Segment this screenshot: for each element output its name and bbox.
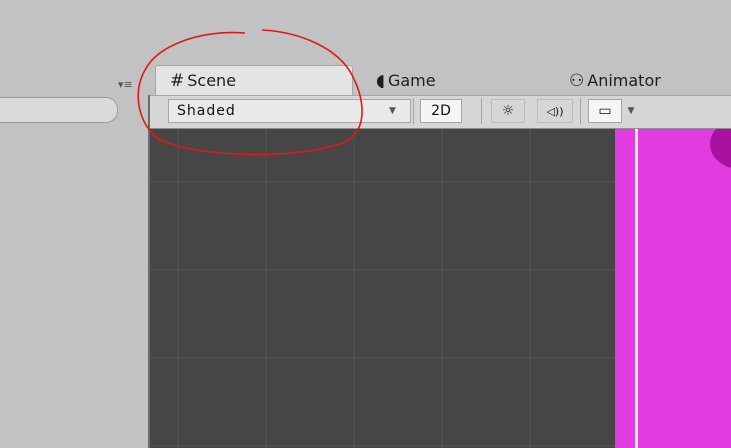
tab-game[interactable]: ◖ Game [376,66,436,96]
tab-scene[interactable]: # Scene [155,65,353,95]
scene-lighting-button[interactable]: ☼ [491,99,525,123]
tab-game-label: Game [387,71,436,90]
image-icon: ▭ [598,103,612,119]
hierarchy-search-input[interactable] [0,97,118,123]
sun-icon: ☼ [501,103,515,119]
magenta-object [615,129,731,448]
object-edge-highlight [635,129,638,448]
effects-dropdown-arrow-icon[interactable]: ▼ [623,99,639,123]
panel-menu-icon[interactable]: ▾≡ [118,78,140,92]
shading-mode-dropdown[interactable]: Shaded [168,99,411,123]
scene-effects-button[interactable]: ▭ [588,99,622,123]
tab-animator[interactable]: ⚇ Animator [569,66,661,96]
scene-audio-button[interactable]: ◁)) [537,99,573,123]
pacman-icon: ◖ [376,71,385,91]
dropdown-arrow-icon[interactable]: ▼ [389,98,396,124]
scene-grid [150,129,615,448]
toolbar-divider [481,98,482,124]
hierarchy-panel [0,0,150,448]
2d-mode-button[interactable]: 2D [420,99,462,123]
toolbar-divider [580,98,581,124]
speaker-icon: ◁)) [546,105,564,118]
scene-viewport[interactable] [150,129,731,448]
grid-hash-icon: # [170,71,185,91]
panel-splitter[interactable] [148,95,150,448]
tab-scene-label: Scene [187,71,237,90]
toolbar-divider [413,98,414,124]
tab-animator-label: Animator [587,71,661,90]
animator-nodes-icon: ⚇ [569,71,585,91]
